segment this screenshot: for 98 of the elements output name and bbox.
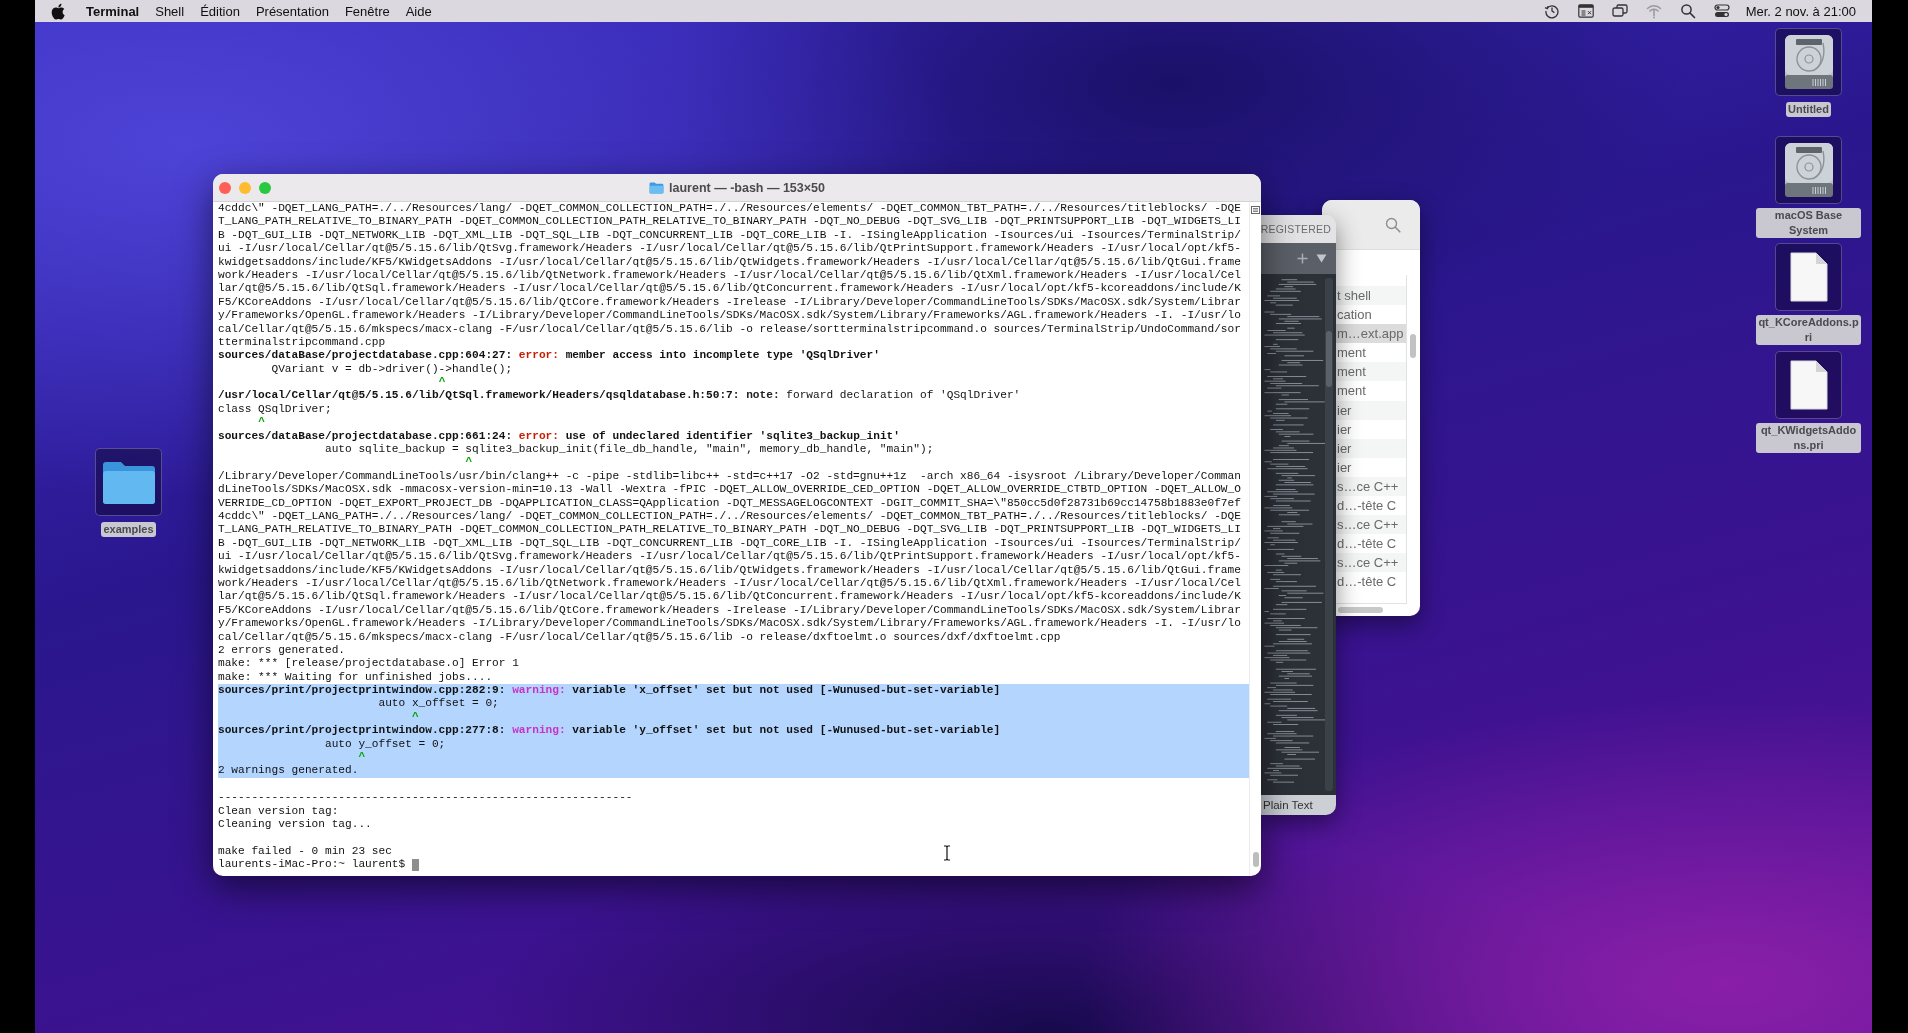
menu-item[interactable]: Fenêtre xyxy=(344,3,390,19)
menu-bar-clock[interactable]: Mer. 2 nov. à 21:00 xyxy=(1745,3,1856,19)
output-line: y/Frameworks/OpenGL.framework/Headers -I/Library/Developer/CommandLineTools/SDKs/MacOSX.sdk/System/Library/Frameworks/AGL.framework/Headers -I. -I/usr/lo xyxy=(218,309,1241,322)
menu-item[interactable]: Présentation xyxy=(255,3,329,19)
output-line: QVariant v = db->driver()->handle(); xyxy=(271,362,513,375)
clock-arrow-icon[interactable] xyxy=(1543,3,1560,19)
file-list-row[interactable]: s…ce C++ xyxy=(1336,553,1406,573)
drive-icon[interactable] xyxy=(1775,135,1842,204)
diagnostic-line: sources/print/projectprintwindow.cpp:282:9: warning: variable 'x_offset' set but not used [-Wunused-but-set-variable] xyxy=(218,684,1001,697)
output-line: 4cddc\" -DQET_LANG_PATH=./../Resources/lang/ -DQET_COMMON_COLLECTION_PATH=./../Resources/elements/ -DQET_COMMON_TBT_PATH=./../Resources/titleblocks/ -DQE xyxy=(218,202,1241,214)
output-line: Cleaning version tag... xyxy=(218,817,372,830)
file-list-row[interactable]: d…-tête C xyxy=(1336,572,1406,592)
folder-icon xyxy=(649,181,664,194)
file-list-row[interactable]: ment xyxy=(1336,343,1406,363)
menu-item[interactable]: Édition xyxy=(200,3,240,19)
prompt-text: laurents-iMac-Pro:~ laurent$ xyxy=(218,858,406,871)
file-list-row[interactable]: ier xyxy=(1336,438,1406,458)
output-line: cal/Cellar/qt@5/5.15.6/mkspecs/macx-clang -F/usr/local/Cellar/qt@5/5.15.6/lib -o release/sortterminalstripcommand.o sources/TerminalStrip/UndoCommand/sor xyxy=(218,322,1241,335)
output-line: F5/KCoreAddons -I/usr/local/Cellar/qt@5/5.15.6/lib/QtCore.framework/Headers -Irelease -I/Library/Developer/CommandLineTools/SDKs/MacOSX.sdk/System/Librar xyxy=(218,295,1241,308)
output-line: make failed - 0 min 23 sec xyxy=(218,844,392,857)
caret-marker: ^ xyxy=(438,376,446,389)
folder-icon[interactable] xyxy=(95,448,162,516)
output-line: Clean version tag: xyxy=(218,804,339,817)
file-list-row[interactable]: d…-tête C xyxy=(1336,534,1406,554)
i-beam-cursor-icon xyxy=(943,845,951,861)
output-line: make: *** Waiting for unfinished jobs.... xyxy=(218,670,493,683)
output-line: 2 errors generated. xyxy=(218,643,346,656)
file-list-row[interactable]: s…ce C++ xyxy=(1336,476,1406,497)
file-list-row[interactable]: cation xyxy=(1336,305,1406,325)
output-line: kwidgetsaddons/include/KF5/KWidgetsAddons -I/usr/local/Cellar/qt@5/5.15.6/lib/QtWidgets.framework/Headers -I/usr/local/Cellar/qt@5/5.15.6/lib/QtGui.frame xyxy=(218,563,1241,576)
search-icon[interactable] xyxy=(1679,3,1696,19)
icon-label[interactable]: examples xyxy=(101,522,156,537)
output-line: auto sqlite_backup = sqlite3_backup_init(file_db_handle, "main", memory_db_handle, "main"); xyxy=(324,443,934,456)
file-list-row[interactable]: ment xyxy=(1336,381,1406,401)
block-cursor-icon xyxy=(411,859,419,872)
output-line: cal/Cellar/qt@5/5.15.6/mkspecs/macx-clang -F/usr/local/Cellar/qt@5/5.15.6/lib -o release/dxftoelmt.o sources/dxf/dxftoelmt.cpp xyxy=(218,630,1061,643)
output-line: B -DQT_GUI_LIB -DQT_NETWORK_LIB -DQT_XML_LIB -DQT_SQL_LIB -DQT_CONCURRENT_LIB -DQT_CORE_LIB -I. -ISingleApplication -Isources/ui -Isources/TerminalStrip/ xyxy=(218,536,1241,549)
split-pane-icon[interactable] xyxy=(1251,206,1260,214)
icon-label[interactable]: qt_KWidgetsAddons.pri xyxy=(1756,422,1861,453)
output-line: tterminalstripcommand.cpp xyxy=(218,335,386,348)
document-icon[interactable] xyxy=(1775,243,1842,311)
output-line: T_LANG_PATH_RELATIVE_TO_BINARY_PATH -DQET_COMMON_COLLECTION_PATH_RELATIVE_TO_BINARY_PATH -DQT_NO_DEBUG -DQT_SVG_LIB -DQT_PRINTSUPPORT_LIB -DQT_WIDGETS_LI xyxy=(218,215,1241,228)
diagnostic-line: /usr/local/Cellar/qt@5/5.15.6/lib/QtSql.framework/Headers/qsqldatabase.h:50:7: note: forward declaration of 'QSqlDriver' xyxy=(218,389,1021,402)
output-line: T_LANG_PATH_RELATIVE_TO_BINARY_PATH -DQET_COMMON_COLLECTION_PATH_RELATIVE_TO_BINARY_PATH -DQT_NO_DEBUG -DQT_SVG_LIB -DQT_PRINTSUPPORT_LIB -DQT_WIDGETS_LI xyxy=(218,523,1241,536)
document-icon[interactable] xyxy=(1775,350,1842,419)
file-list-row[interactable]: ier xyxy=(1336,457,1406,477)
file-list-row[interactable]: t shell xyxy=(1336,286,1406,306)
menu-item[interactable]: Aide xyxy=(405,3,432,19)
output-line: work/Headers -I/usr/local/Cellar/qt@5/5.15.6/lib/QtNetwork.framework/Headers -I/usr/local/Cellar/qt@5/5.15.6/lib/QtXml.framework/Headers -I/usr/local/Cel xyxy=(218,268,1241,281)
file-list-row[interactable]: ment xyxy=(1336,362,1406,382)
scroll-thumb[interactable] xyxy=(1252,852,1259,867)
window-icon[interactable] xyxy=(1577,3,1594,19)
window-title: laurent — -bash — 153×50 xyxy=(669,180,825,195)
output-line: auto x_offset = 0; xyxy=(378,697,499,710)
scroll-thumb[interactable] xyxy=(1338,607,1383,613)
menu-item[interactable]: Shell xyxy=(155,3,185,19)
caret-down-icon[interactable] xyxy=(1316,254,1327,263)
scroll-thumb[interactable] xyxy=(1410,334,1416,358)
plus-icon[interactable] xyxy=(1297,253,1308,264)
diagnostic-line: sources/dataBase/projectdatabase.cpp:604:27: error: member access into incomplete type 'QSqlDriver' xyxy=(218,349,880,362)
caret-marker: ^ xyxy=(258,416,265,429)
output-line: kwidgetsaddons/include/KF5/KWidgetsAddons -I/usr/local/Cellar/qt@5/5.15.6/lib/QtWidgets.framework/Headers -I/usr/local/Cellar/qt@5/5.15.6/lib/QtGui.frame xyxy=(218,255,1241,268)
overlapping-windows-icon[interactable] xyxy=(1611,3,1628,19)
caret-marker: ^ xyxy=(465,456,473,469)
output-line: 4cddc\" -DQET_LANG_PATH=./../Resources/lang/ -DQET_COMMON_COLLECTION_PATH=./../Resources/elements/ -DQET_COMMON_TBT_PATH=./../Resources/titleblocks/ -DQE xyxy=(218,510,1241,522)
diagnostic-line: sources/print/projectprintwindow.cpp:277:8: warning: variable 'y_offset' set but not used [-Wunused-but-set-variable] xyxy=(218,724,1001,737)
file-list-row[interactable]: ier xyxy=(1336,419,1406,439)
icon-label[interactable]: Untitled xyxy=(1786,102,1831,117)
output-line: ui -I/usr/local/Cellar/qt@5/5.15.6/lib/QtSvg.framework/Headers -I/usr/local/Cellar/qt@5/5.15.6/lib/QtPrintSupport.framework/Headers -I/usr/local/opt/kf5- xyxy=(218,242,1241,255)
output-line: -------------------------------------------------------------- xyxy=(218,791,633,804)
icon-label[interactable]: qt_KCoreAddons.pri xyxy=(1756,315,1861,345)
file-list-row[interactable]: ier xyxy=(1336,400,1406,420)
output-line: /Library/Developer/CommandLineTools/usr/bin/clang++ -c -pipe -stdlib=libc++ -std=c++17 -O2 -std=gnu++1z -arch x86_64 -isysroot /Library/Developer/Comman xyxy=(218,469,1241,482)
apple-icon[interactable] xyxy=(51,2,65,20)
output-line: dLineTools/SDKs/MacOSX.sdk -mmacosx-version-min=10.13 -Wall -Wextra -fPIC -DQET_ALLOW_OVERRIDE_CED_OPTION -DQET_ALLOW_OVERRIDE_CTBTD_OPTION -DQET_ALLOW_O xyxy=(218,483,1241,496)
output-line: VERRIDE_CD_OPTION -DQET_EXPORT_PROJECT_DB -DQAPPLICATION_CLASS=QApplication -DQT_MESSAGELOGCONTEXT -DGIT_COMMIT_SHA=\"850cc5d0f28731b69cc14758b1883e0f7ef xyxy=(218,496,1241,509)
file-list-row[interactable]: d…-tête C xyxy=(1336,496,1406,516)
output-line: lar/qt@5/5.15.6/lib/QtSql.framework/Headers -I/usr/local/Cellar/qt@5/5.15.6/lib/QtConcurrent.framework/Headers -I/usr/local/opt/kf5-kcoreaddons/include/K xyxy=(218,282,1241,295)
output-line: make: *** [release/projectdatabase.o] Error 1 xyxy=(218,657,519,670)
output-line: work/Headers -I/usr/local/Cellar/qt@5/5.15.6/lib/QtNetwork.framework/Headers -I/usr/local/Cellar/qt@5/5.15.6/lib/QtXml.framework/Headers -I/usr/local/Cel xyxy=(218,576,1241,589)
output-line: y/Frameworks/OpenGL.framework/Headers -I/Library/Developer/CommandLineTools/SDKs/MacOSX.sdk/System/Library/Frameworks/AGL.framework/Headers -I. -I/usr/lo xyxy=(218,617,1241,630)
output-line: class QSqlDriver; xyxy=(218,402,332,415)
output-line: ui -I/usr/local/Cellar/qt@5/5.15.6/lib/QtSvg.framework/Headers -I/usr/local/Cellar/qt@5/5.15.6/lib/QtPrintSupport.framework/Headers -I/usr/local/opt/kf5- xyxy=(218,550,1241,563)
output-line: auto y_offset = 0; xyxy=(324,737,446,750)
drive-icon[interactable] xyxy=(1775,28,1842,96)
output-line: lar/qt@5/5.15.6/lib/QtSql.framework/Headers -I/usr/local/Cellar/qt@5/5.15.6/lib/QtConcurrent.framework/Headers -I/usr/local/opt/kf5-kcoreaddons/include/K xyxy=(218,590,1241,603)
diagnostic-line: sources/dataBase/projectdatabase.cpp:661:24: error: use of undeclared identifier 'sqlite3_backup_init' xyxy=(218,429,900,442)
output-line: B -DQT_GUI_LIB -DQT_NETWORK_LIB -DQT_XML_LIB -DQT_SQL_LIB -DQT_CONCURRENT_LIB -DQT_CORE_LIB -I. -ISingleApplication -Isources/ui -Isources/TerminalStrip/ xyxy=(218,228,1241,241)
scroll-thumb[interactable] xyxy=(1326,331,1332,387)
caret-marker: ^ xyxy=(358,751,366,763)
toggles-icon[interactable] xyxy=(1713,3,1730,19)
output-line: 2 warnings generated. xyxy=(218,764,359,777)
caret-marker: ^ xyxy=(411,710,419,723)
file-list-row[interactable]: m…ext.app xyxy=(1336,324,1406,344)
icon-label[interactable]: macOS Base System xyxy=(1756,207,1861,238)
app-menu[interactable]: Terminal xyxy=(86,3,140,19)
output-line: F5/KCoreAddons -I/usr/local/Cellar/qt@5/5.15.6/lib/QtCore.framework/Headers -Irelease -I/Library/Developer/CommandLineTools/SDKs/MacOSX.sdk/System/Librar xyxy=(218,603,1241,616)
file-list-row[interactable]: s…ce C++ xyxy=(1336,515,1406,535)
